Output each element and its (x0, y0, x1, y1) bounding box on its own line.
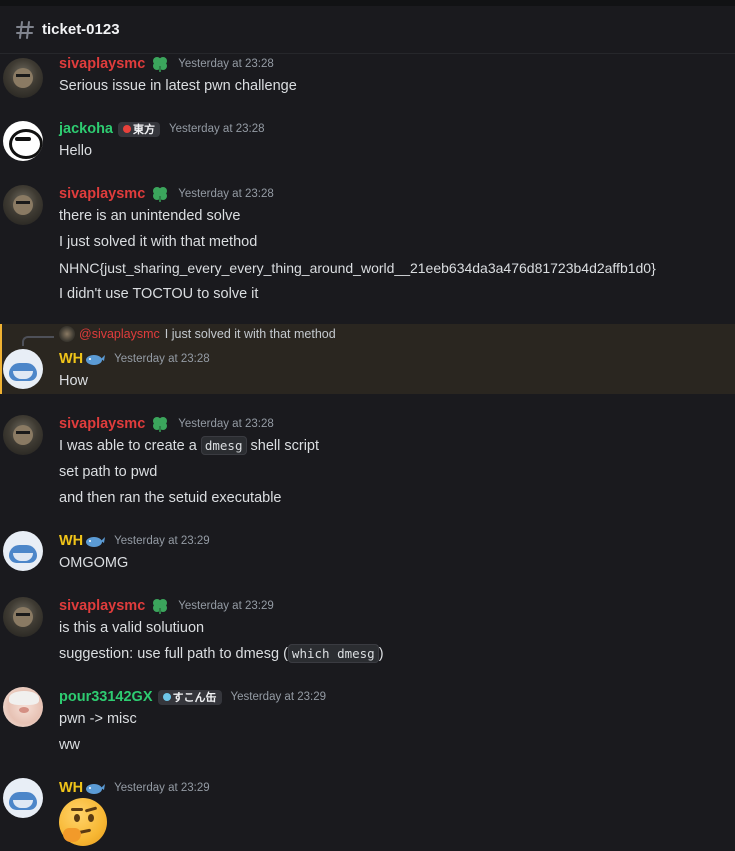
eye (88, 814, 94, 822)
timestamp[interactable]: Yesterday at 23:29 (114, 535, 209, 547)
timestamp[interactable]: Yesterday at 23:29 (231, 691, 326, 703)
server-tag-label: 東方 (133, 124, 155, 136)
message-text: suggestion: use full path to dmesg (whic… (59, 644, 384, 663)
reply-mention[interactable]: @sivaplaysmc (79, 327, 160, 341)
avatar[interactable] (3, 349, 43, 389)
server-tag-label: すこん缶 (172, 692, 217, 704)
message-text: I didn't use TOCTOU to solve it (59, 286, 259, 302)
username[interactable]: sivaplaysmc (59, 186, 145, 202)
flame-icon (123, 125, 131, 133)
channel-header: ticket-0123 (0, 6, 735, 54)
timestamp[interactable]: Yesterday at 23:28 (178, 418, 273, 430)
reply-text[interactable]: I just solved it with that method (165, 327, 336, 341)
username[interactable]: sivaplaysmc (59, 598, 145, 614)
message-text-part: I was able to create a (59, 438, 197, 454)
timestamp[interactable]: Yesterday at 23:28 (114, 353, 209, 365)
avatar[interactable] (3, 597, 43, 637)
server-tag[interactable]: 東方 (118, 121, 160, 137)
heart-icon (162, 693, 171, 701)
reply-connector (22, 336, 54, 346)
avatar[interactable] (3, 531, 43, 571)
inline-code: which dmesg (287, 644, 379, 663)
username[interactable]: pour33142GX (59, 689, 153, 705)
clover-icon (151, 598, 169, 614)
message-text-part: shell script (250, 438, 320, 454)
message-text: pwn -> misc (59, 711, 137, 727)
avatar[interactable] (3, 778, 43, 818)
message-text: is this a valid solutiuon (59, 620, 205, 636)
username[interactable]: jackoha (59, 121, 113, 137)
message-text: Serious issue in latest pwn challenge (59, 78, 297, 94)
clover-icon (151, 416, 169, 432)
eye (74, 814, 80, 822)
channel-name: ticket-0123 (42, 21, 120, 38)
message-text-part: ) (378, 646, 384, 662)
server-tag[interactable]: すこん缶 (157, 689, 222, 705)
message-text: ww (59, 737, 80, 753)
message-text: OMGOMG (59, 555, 129, 571)
avatar[interactable] (3, 58, 43, 98)
username[interactable]: WH (59, 533, 83, 549)
message-text: set path to pwd (59, 464, 158, 480)
thinking-face-icon[interactable] (59, 798, 107, 846)
message-text: NHNC{just_sharing_every_every_thing_arou… (59, 260, 656, 276)
hand (63, 828, 81, 842)
timestamp[interactable]: Yesterday at 23:28 (169, 123, 264, 135)
reply-preview[interactable]: @sivaplaysmc I just solved it with that … (59, 326, 336, 342)
avatar[interactable] (3, 185, 43, 225)
brow (84, 806, 98, 813)
whale-icon (85, 781, 106, 795)
message-text: there is an unintended solve (59, 208, 241, 224)
avatar[interactable] (3, 687, 43, 727)
message-text: Hello (59, 143, 93, 159)
username[interactable]: sivaplaysmc (59, 416, 145, 432)
timestamp[interactable]: Yesterday at 23:28 (178, 58, 273, 70)
clover-icon (151, 56, 169, 72)
message-text: I just solved it with that method (59, 234, 258, 250)
timestamp[interactable]: Yesterday at 23:28 (178, 188, 273, 200)
hash-icon (14, 19, 36, 41)
whale-icon (85, 534, 106, 548)
avatar[interactable] (3, 415, 43, 455)
clover-icon (151, 186, 169, 202)
username[interactable]: sivaplaysmc (59, 56, 145, 72)
reply-avatar (59, 326, 75, 342)
timestamp[interactable]: Yesterday at 23:29 (178, 600, 273, 612)
username[interactable]: WH (59, 780, 83, 796)
message-list[interactable]: sivaplaysmc Yesterday at 23:28 Serious i… (0, 55, 735, 851)
timestamp[interactable]: Yesterday at 23:29 (114, 782, 209, 794)
inline-code: dmesg (200, 436, 247, 455)
message-text: and then ran the setuid executable (59, 490, 282, 506)
whale-icon (85, 352, 106, 366)
avatar[interactable] (3, 121, 43, 161)
message-text: I was able to create a dmesg shell scrip… (59, 436, 320, 455)
message-text-part: suggestion: use full path to dmesg ( (59, 646, 288, 662)
username[interactable]: WH (59, 351, 83, 367)
message-text: How (59, 373, 89, 389)
brow (71, 808, 83, 811)
